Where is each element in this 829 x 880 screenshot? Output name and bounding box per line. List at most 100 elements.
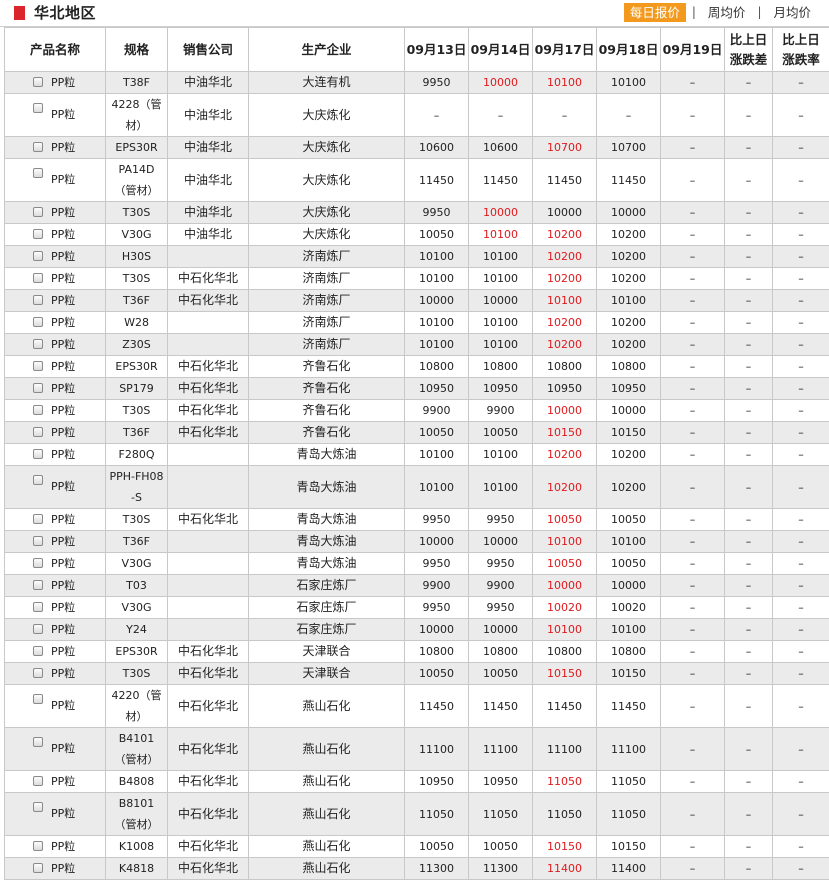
price-0914-cell: 9900: [468, 399, 533, 422]
product-cell: PP粒: [4, 201, 106, 224]
row-select-checkbox[interactable]: [33, 535, 43, 546]
tab-monthly-average[interactable]: 月均价: [767, 3, 817, 22]
row-select-checkbox[interactable]: [33, 426, 43, 437]
maker-cell: 青岛大炼油: [248, 443, 405, 466]
product-name: PP粒: [51, 556, 76, 570]
row-select-checkbox[interactable]: [33, 645, 43, 656]
product-name: PP粒: [51, 359, 76, 373]
tab-daily-price[interactable]: 每日报价: [623, 2, 686, 22]
row-select-checkbox[interactable]: [33, 272, 43, 283]
seller-cell: 中油华北: [167, 71, 249, 94]
maker-cell: 大庆炼化: [248, 136, 405, 159]
table-row: PP粒 T36F 青岛大炼油 10000 10000 10100 10100– – –: [4, 530, 829, 553]
row-select-checkbox[interactable]: [33, 316, 43, 327]
row-select-checkbox[interactable]: [33, 360, 43, 371]
table-row: PP粒 EPS30R 中石化华北 齐鲁石化 10800 10800 10800 10800– –…: [4, 355, 829, 378]
diff-cell: –: [724, 618, 773, 641]
row-select-checkbox[interactable]: [33, 623, 43, 634]
spec-cell: PA14D（管材）: [105, 158, 168, 202]
row-select-checkbox[interactable]: [33, 250, 43, 261]
spec-cell: K1008: [105, 835, 168, 858]
row-select-checkbox[interactable]: [33, 737, 43, 747]
price-0918-cell: 10200: [596, 333, 661, 356]
page-title: 华北地区: [34, 4, 97, 22]
row-select-checkbox[interactable]: [33, 382, 43, 393]
price-0918-cell: 11400: [596, 857, 661, 880]
maker-cell: 大庆炼化: [248, 93, 405, 137]
price-0919-cell: –: [660, 421, 725, 444]
price-0918-cell: 10150: [596, 835, 661, 858]
diff-cell: –: [724, 530, 773, 553]
diff-cell: –: [724, 333, 773, 356]
row-select-checkbox[interactable]: [33, 103, 43, 113]
col-header-date-3: 09月17日: [532, 27, 597, 72]
row-select-checkbox[interactable]: [33, 141, 43, 152]
price-0917-cell: 10000: [532, 574, 597, 597]
price-0919-cell: –: [660, 311, 725, 334]
price-0914-cell: 11100: [468, 727, 533, 771]
row-select-checkbox[interactable]: [33, 513, 43, 524]
price-0914-cell: 10000: [468, 530, 533, 553]
diff-cell: –: [724, 857, 773, 880]
row-select-checkbox[interactable]: [33, 338, 43, 349]
spec-cell: 4228（管材）: [105, 93, 168, 137]
row-select-checkbox[interactable]: [33, 862, 43, 873]
row-select-checkbox[interactable]: [33, 557, 43, 568]
row-select-checkbox[interactable]: [33, 667, 43, 678]
seller-cell: [167, 465, 249, 509]
price-0913-cell: 10050: [404, 223, 469, 246]
seller-cell: 中石化华北: [167, 770, 249, 793]
product-cell: PP粒: [4, 245, 106, 268]
table-row: PP粒 PA14D（管材） 中油华北 大庆炼化 11450 11450 11450 11450…: [4, 158, 829, 202]
row-select-checkbox[interactable]: [33, 775, 43, 786]
spec-cell: B4101（管材）: [105, 727, 168, 771]
row-select-checkbox[interactable]: [33, 294, 43, 305]
price-0917-cell: 10100: [532, 530, 597, 553]
price-0913-cell: 11450: [404, 684, 469, 728]
row-select-checkbox[interactable]: [33, 168, 43, 178]
diff-cell: –: [724, 289, 773, 312]
price-0918-cell: 10200: [596, 267, 661, 290]
price-0918-cell: 10000: [596, 399, 661, 422]
product-cell: PP粒: [4, 443, 106, 466]
price-table: 产品名称 规格 销售公司 生产企业 09月13日 09月14日 09月17日 0…: [4, 27, 829, 880]
row-select-checkbox[interactable]: [33, 404, 43, 415]
price-0918-cell: 10000: [596, 574, 661, 597]
price-0914-cell: 10100: [468, 465, 533, 509]
price-0917-cell: 10200: [532, 223, 597, 246]
row-select-checkbox[interactable]: [33, 206, 43, 217]
maker-cell: 天津联合: [248, 662, 405, 685]
price-0917-cell: 10000: [532, 201, 597, 224]
seller-cell: 中石化华北: [167, 399, 249, 422]
price-0919-cell: –: [660, 508, 725, 531]
price-table-container[interactable]: 产品名称 规格 销售公司 生产企业 09月13日 09月14日 09月17日 0…: [4, 27, 829, 880]
maker-cell: 齐鲁石化: [248, 377, 405, 400]
diff-cell: –: [724, 245, 773, 268]
diff-cell: –: [724, 770, 773, 793]
row-select-checkbox[interactable]: [33, 228, 43, 239]
price-0919-cell: –: [660, 267, 725, 290]
row-select-checkbox[interactable]: [33, 694, 43, 704]
rate-cell: –: [772, 857, 829, 880]
seller-cell: 中油华北: [167, 223, 249, 246]
rate-cell: –: [772, 355, 829, 378]
spec-cell: T36F: [105, 289, 168, 312]
tab-weekly-average[interactable]: 周均价: [702, 3, 752, 22]
row-select-checkbox[interactable]: [33, 579, 43, 590]
product-cell: PP粒: [4, 574, 106, 597]
row-select-checkbox[interactable]: [33, 475, 43, 485]
tab-separator: |: [757, 5, 762, 19]
diff-cell: –: [724, 267, 773, 290]
product-name: PP粒: [51, 140, 76, 154]
row-select-checkbox[interactable]: [33, 448, 43, 459]
price-0917-cell: 10700: [532, 136, 597, 159]
row-select-checkbox[interactable]: [33, 76, 43, 87]
table-row: PP粒 PPH-FH08-S 青岛大炼油 10100 10100 10200 10200– –…: [4, 465, 829, 509]
product-name: PP粒: [51, 108, 76, 121]
maker-cell: 燕山石化: [248, 792, 405, 836]
row-select-checkbox[interactable]: [33, 601, 43, 612]
price-0913-cell: 10100: [404, 311, 469, 334]
row-select-checkbox[interactable]: [33, 840, 43, 851]
row-select-checkbox[interactable]: [33, 802, 43, 812]
diff-cell: –: [724, 311, 773, 334]
